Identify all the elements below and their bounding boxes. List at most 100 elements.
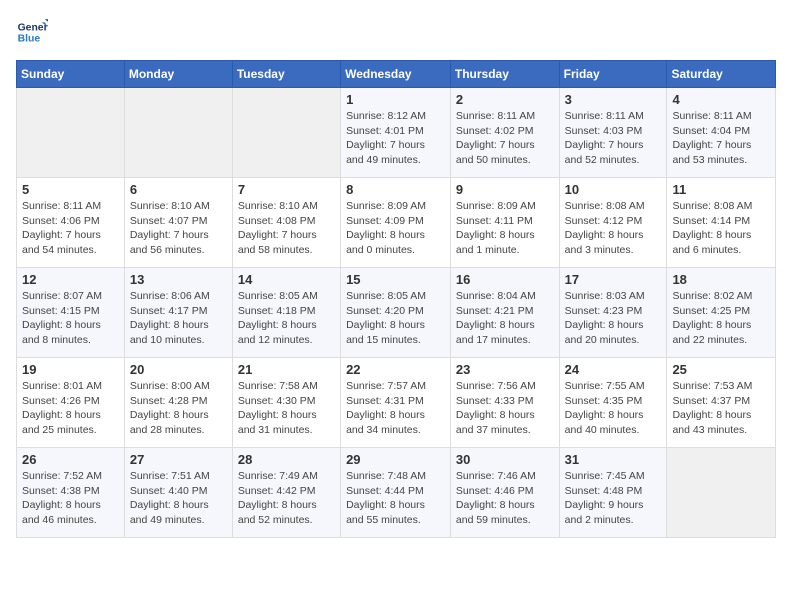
svg-text:Blue: Blue — [18, 34, 41, 45]
day-info: Sunrise: 8:06 AM Sunset: 4:17 PM Dayligh… — [130, 289, 227, 348]
day-info: Sunrise: 7:53 AM Sunset: 4:37 PM Dayligh… — [672, 379, 770, 438]
calendar-cell: 1 Sunrise: 8:12 AM Sunset: 4:01 PM Daylig… — [341, 88, 451, 178]
calendar-cell: 20Sunrise: 8:00 AM Sunset: 4:28 PM Dayli… — [124, 358, 232, 448]
day-number: 4 — [672, 92, 770, 107]
day-info: Sunrise: 8:11 AM Sunset: 4:03 PM Dayligh… — [565, 109, 662, 168]
logo: General Blue — [16, 16, 52, 48]
page-header: General Blue — [16, 16, 776, 48]
day-number: 26 — [22, 452, 119, 467]
weekday-header-sunday: Sunday — [17, 61, 125, 88]
day-number: 11 — [672, 182, 770, 197]
calendar-cell: 26 Sunrise: 7:52 AM Sunset: 4:38 PM Dayli… — [17, 448, 125, 538]
day-number: 10 — [565, 182, 662, 197]
calendar-cell: 22 Sunrise: 7:57 AM Sunset: 4:31 PM Dayli… — [341, 358, 451, 448]
day-info: Sunrise: 7:45 AM Sunset: 4:48 PM Dayligh… — [565, 469, 662, 528]
day-info: Sunrise: 7:46 AM Sunset: 4:46 PM Dayligh… — [456, 469, 554, 528]
calendar-cell: 5 Sunrise: 8:11 AM Sunset: 4:06 PM Daylig… — [17, 178, 125, 268]
calendar-cell — [232, 88, 340, 178]
weekday-header-thursday: Thursday — [450, 61, 559, 88]
weekday-header-monday: Monday — [124, 61, 232, 88]
calendar-cell: 21 Sunrise: 7:58 AM Sunset: 4:30 PM Dayli… — [232, 358, 340, 448]
svg-text:General: General — [18, 22, 48, 33]
day-info: Sunrise: 8:10 AM Sunset: 4:08 PM Dayligh… — [238, 199, 335, 258]
day-number: 22 — [346, 362, 445, 377]
day-info: Sunrise: 8:08 AM Sunset: 4:14 PM Dayligh… — [672, 199, 770, 258]
weekday-header-tuesday: Tuesday — [232, 61, 340, 88]
day-number: 5 — [22, 182, 119, 197]
weekday-header-friday: Friday — [559, 61, 667, 88]
day-info: Sunrise: 8:11 AM Sunset: 4:04 PM Dayligh… — [672, 109, 770, 168]
day-number: 16 — [456, 272, 554, 287]
calendar-cell: 16 Sunrise: 8:04 AM Sunset: 4:21 PM Dayli… — [450, 268, 559, 358]
day-number: 8 — [346, 182, 445, 197]
day-info: Sunrise: 8:05 AM Sunset: 4:18 PM Dayligh… — [238, 289, 335, 348]
day-info: Sunrise: 8:08 AM Sunset: 4:12 PM Dayligh… — [565, 199, 662, 258]
day-number: 28 — [238, 452, 335, 467]
calendar-cell: 8 Sunrise: 8:09 AM Sunset: 4:09 PM Daylig… — [341, 178, 451, 268]
day-number: 14 — [238, 272, 335, 287]
day-number: 12 — [22, 272, 119, 287]
calendar-cell: 7Sunrise: 8:10 AM Sunset: 4:08 PM Daylig… — [232, 178, 340, 268]
weekday-header-row: SundayMondayTuesdayWednesdayThursdayFrid… — [17, 61, 776, 88]
day-number: 23 — [456, 362, 554, 377]
calendar-cell: 11 Sunrise: 8:08 AM Sunset: 4:14 PM Dayli… — [667, 178, 776, 268]
day-info: Sunrise: 8:05 AM Sunset: 4:20 PM Dayligh… — [346, 289, 445, 348]
day-info: Sunrise: 7:57 AM Sunset: 4:31 PM Dayligh… — [346, 379, 445, 438]
calendar-cell: 25 Sunrise: 7:53 AM Sunset: 4:37 PM Dayli… — [667, 358, 776, 448]
day-info: Sunrise: 8:00 AM Sunset: 4:28 PM Dayligh… — [130, 379, 227, 438]
day-info: Sunrise: 8:04 AM Sunset: 4:21 PM Dayligh… — [456, 289, 554, 348]
day-number: 25 — [672, 362, 770, 377]
calendar-cell: 3 Sunrise: 8:11 AM Sunset: 4:03 PM Daylig… — [559, 88, 667, 178]
day-info: Sunrise: 7:58 AM Sunset: 4:30 PM Dayligh… — [238, 379, 335, 438]
day-info: Sunrise: 7:52 AM Sunset: 4:38 PM Dayligh… — [22, 469, 119, 528]
day-number: 27 — [130, 452, 227, 467]
calendar-cell: 19 Sunrise: 8:01 AM Sunset: 4:26 PM Dayli… — [17, 358, 125, 448]
day-info: Sunrise: 7:49 AM Sunset: 4:42 PM Dayligh… — [238, 469, 335, 528]
day-number: 13 — [130, 272, 227, 287]
calendar-week-row: 26 Sunrise: 7:52 AM Sunset: 4:38 PM Dayli… — [17, 448, 776, 538]
calendar-cell: 2Sunrise: 8:11 AM Sunset: 4:02 PM Daylig… — [450, 88, 559, 178]
calendar-cell: 27 Sunrise: 7:51 AM Sunset: 4:40 PM Dayli… — [124, 448, 232, 538]
calendar-week-row: 1 Sunrise: 8:12 AM Sunset: 4:01 PM Daylig… — [17, 88, 776, 178]
day-info: Sunrise: 7:51 AM Sunset: 4:40 PM Dayligh… — [130, 469, 227, 528]
day-info: Sunrise: 8:11 AM Sunset: 4:02 PM Dayligh… — [456, 109, 554, 168]
day-info: Sunrise: 8:09 AM Sunset: 4:11 PM Dayligh… — [456, 199, 554, 258]
day-number: 29 — [346, 452, 445, 467]
day-info: Sunrise: 8:03 AM Sunset: 4:23 PM Dayligh… — [565, 289, 662, 348]
day-number: 19 — [22, 362, 119, 377]
calendar-cell — [124, 88, 232, 178]
calendar-cell: 28 Sunrise: 7:49 AM Sunset: 4:42 PM Dayli… — [232, 448, 340, 538]
day-number: 6 — [130, 182, 227, 197]
calendar-cell: 12Sunrise: 8:07 AM Sunset: 4:15 PM Dayli… — [17, 268, 125, 358]
calendar-cell: 4 Sunrise: 8:11 AM Sunset: 4:04 PM Daylig… — [667, 88, 776, 178]
day-info: Sunrise: 7:48 AM Sunset: 4:44 PM Dayligh… — [346, 469, 445, 528]
day-number: 21 — [238, 362, 335, 377]
day-info: Sunrise: 8:10 AM Sunset: 4:07 PM Dayligh… — [130, 199, 227, 258]
day-number: 15 — [346, 272, 445, 287]
day-number: 3 — [565, 92, 662, 107]
weekday-header-saturday: Saturday — [667, 61, 776, 88]
day-number: 17 — [565, 272, 662, 287]
calendar-cell: 10 Sunrise: 8:08 AM Sunset: 4:12 PM Dayli… — [559, 178, 667, 268]
calendar-cell: 6 Sunrise: 8:10 AM Sunset: 4:07 PM Daylig… — [124, 178, 232, 268]
calendar-cell: 17 Sunrise: 8:03 AM Sunset: 4:23 PM Dayli… — [559, 268, 667, 358]
calendar-cell: 31 Sunrise: 7:45 AM Sunset: 4:48 PM Dayli… — [559, 448, 667, 538]
calendar-cell: 14 Sunrise: 8:05 AM Sunset: 4:18 PM Dayli… — [232, 268, 340, 358]
day-info: Sunrise: 8:02 AM Sunset: 4:25 PM Dayligh… — [672, 289, 770, 348]
day-info: Sunrise: 8:01 AM Sunset: 4:26 PM Dayligh… — [22, 379, 119, 438]
day-info: Sunrise: 8:12 AM Sunset: 4:01 PM Dayligh… — [346, 109, 445, 168]
calendar-week-row: 19 Sunrise: 8:01 AM Sunset: 4:26 PM Dayli… — [17, 358, 776, 448]
calendar-week-row: 5 Sunrise: 8:11 AM Sunset: 4:06 PM Daylig… — [17, 178, 776, 268]
weekday-header-wednesday: Wednesday — [341, 61, 451, 88]
day-number: 1 — [346, 92, 445, 107]
calendar-cell: 9Sunrise: 8:09 AM Sunset: 4:11 PM Daylig… — [450, 178, 559, 268]
calendar-cell: 13 Sunrise: 8:06 AM Sunset: 4:17 PM Dayli… — [124, 268, 232, 358]
day-info: Sunrise: 8:09 AM Sunset: 4:09 PM Dayligh… — [346, 199, 445, 258]
day-number: 31 — [565, 452, 662, 467]
day-info: Sunrise: 7:55 AM Sunset: 4:35 PM Dayligh… — [565, 379, 662, 438]
calendar-cell: 23Sunrise: 7:56 AM Sunset: 4:33 PM Dayli… — [450, 358, 559, 448]
calendar-cell — [667, 448, 776, 538]
day-info: Sunrise: 8:11 AM Sunset: 4:06 PM Dayligh… — [22, 199, 119, 258]
calendar-cell: 29 Sunrise: 7:48 AM Sunset: 4:44 PM Dayli… — [341, 448, 451, 538]
day-number: 30 — [456, 452, 554, 467]
